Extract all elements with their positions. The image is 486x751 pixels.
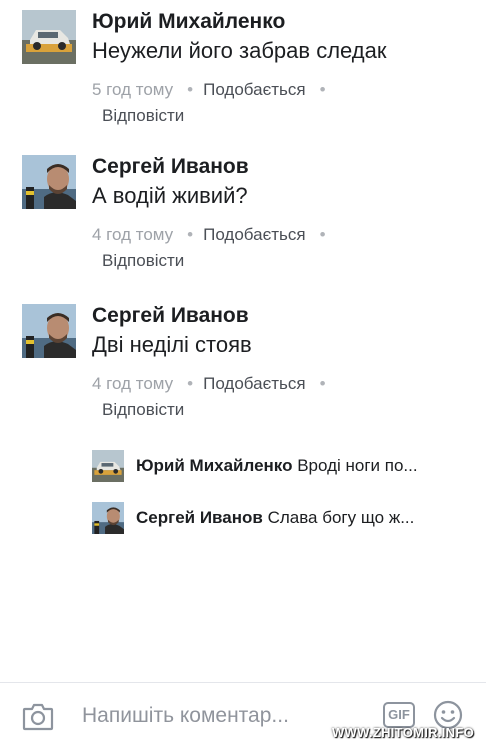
comment-meta: 5 год тому • Подобається • <box>92 79 472 101</box>
man-avatar-icon[interactable] <box>22 155 76 209</box>
reply-link[interactable]: Відповісти <box>102 105 472 127</box>
reply-author: Сергей Иванов <box>136 508 263 527</box>
reply-link[interactable]: Відповісти <box>102 399 472 421</box>
man-avatar-icon[interactable] <box>22 304 76 358</box>
man-avatar-icon <box>92 502 124 534</box>
reply-text: Слава богу що ж... <box>267 508 415 527</box>
comment-input[interactable]: Напишіть коментар... <box>82 703 289 729</box>
separator-dot: • <box>187 225 194 244</box>
reply-preview[interactable]: Юрий Михайленко Вроді ноги по... <box>92 450 472 482</box>
car-avatar-icon <box>92 450 124 482</box>
site-watermark: WWW.ZHITOMIR.INFO <box>331 725 474 740</box>
comment-author[interactable]: Юрий Михайленко <box>92 10 472 34</box>
comment-meta: 4 год тому • Подобається • <box>92 373 472 395</box>
separator-dot: • <box>187 80 194 99</box>
reply-text: Вроді ноги по... <box>297 456 418 475</box>
comment-item: Юрий Михайленко Неужели його забрав след… <box>22 10 462 130</box>
comment-item: Сергей Иванов А водій живий? 4 год тому •… <box>22 155 462 275</box>
reply-body: Сергей Иванов Слава богу що ж... <box>136 506 466 530</box>
comment-meta: 4 год тому • Подобається • <box>92 224 472 246</box>
comment-author[interactable]: Сергей Иванов <box>92 304 472 328</box>
comment-text: Неужели його забрав следак <box>92 38 387 63</box>
comment-text: А водій живий? <box>92 183 248 208</box>
like-link[interactable]: Подобається <box>203 225 306 244</box>
comment-body: Юрий Михайленко Неужели його забрав след… <box>92 10 472 127</box>
comment-item: Сергей Иванов Дві неділі стояв 4 год том… <box>22 304 462 424</box>
comment-text: Дві неділі стояв <box>92 332 252 357</box>
comment-author[interactable]: Сергей Иванов <box>92 155 472 179</box>
comment-body: Сергей Иванов Дві неділі стояв 4 год том… <box>92 304 472 421</box>
separator-dot: • <box>319 225 326 244</box>
like-link[interactable]: Подобається <box>203 80 306 99</box>
camera-icon[interactable] <box>22 701 54 731</box>
separator-dot: • <box>319 374 326 393</box>
comment-time[interactable]: 5 год тому <box>92 80 173 99</box>
comment-time[interactable]: 4 год тому <box>92 374 173 393</box>
comment-body: Сергей Иванов А водій живий? 4 год тому •… <box>92 155 472 272</box>
separator-dot: • <box>187 374 194 393</box>
comment-composer: Напишіть коментар... GIF <box>0 682 486 751</box>
like-link[interactable]: Подобається <box>203 374 306 393</box>
reply-preview[interactable]: Сергей Иванов Слава богу що ж... <box>92 502 472 534</box>
reply-link[interactable]: Відповісти <box>102 250 472 272</box>
reply-body: Юрий Михайленко Вроді ноги по... <box>136 454 466 478</box>
car-avatar-icon[interactable] <box>22 10 76 64</box>
reply-author: Юрий Михайленко <box>136 456 293 475</box>
separator-dot: • <box>319 80 326 99</box>
comment-time[interactable]: 4 год тому <box>92 225 173 244</box>
